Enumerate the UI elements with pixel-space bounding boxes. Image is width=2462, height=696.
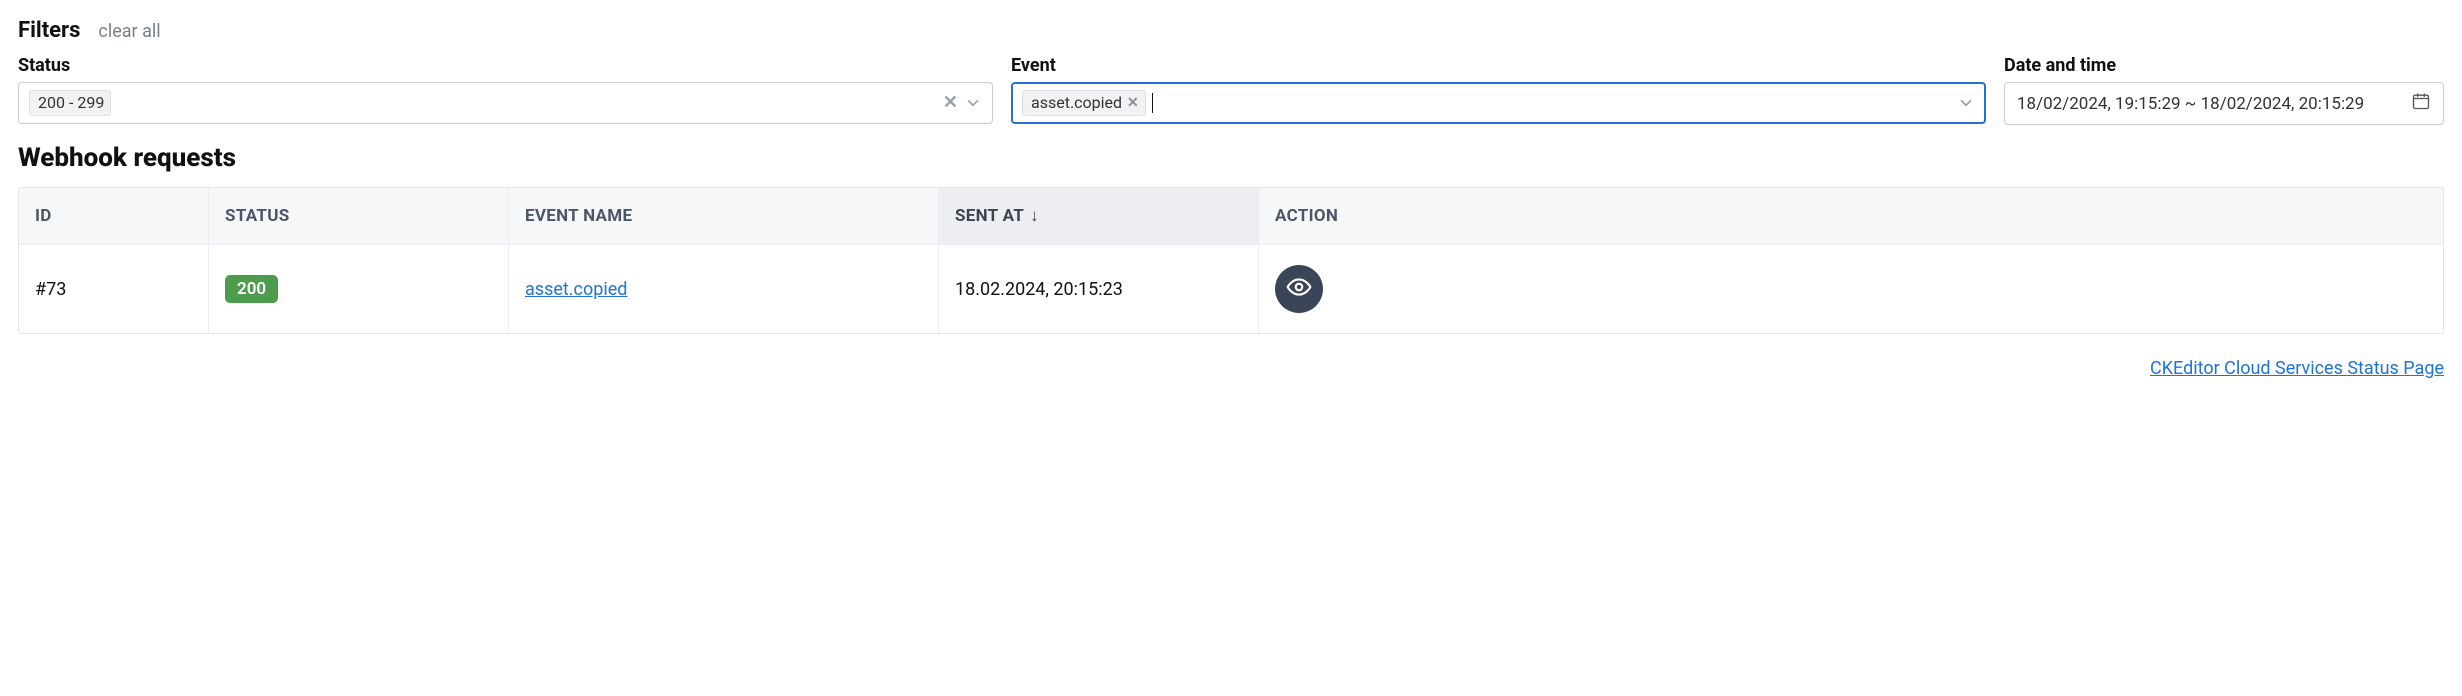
- filter-event: Event asset.copied ✕: [1011, 55, 1986, 124]
- cell-action: [1259, 245, 2443, 333]
- date-label: Date and time: [2004, 55, 2444, 76]
- table-header: ID STATUS EVENT NAME SENT AT ↓ ACTION: [19, 188, 2443, 244]
- status-tag: 200 - 299: [29, 90, 111, 116]
- filters-title: Filters: [18, 18, 80, 43]
- cell-sent-at: 18.02.2024, 20:15:23: [939, 245, 1259, 333]
- col-sent-at-label: SENT AT: [955, 206, 1024, 226]
- eye-icon: [1286, 274, 1312, 305]
- col-sent-at[interactable]: SENT AT ↓: [939, 188, 1259, 244]
- event-tag-label: asset.copied: [1031, 93, 1122, 112]
- status-label: Status: [18, 55, 993, 76]
- event-tag: asset.copied ✕: [1022, 90, 1146, 116]
- status-tag-label: 200 - 299: [38, 93, 104, 112]
- date-range-input[interactable]: 18/02/2024, 19:15:29 ~ 18/02/2024, 20:15…: [2004, 82, 2444, 125]
- footer: CKEditor Cloud Services Status Page: [18, 358, 2444, 379]
- date-range-value: 18/02/2024, 19:15:29 ~ 18/02/2024, 20:15…: [2017, 94, 2364, 114]
- webhook-table: ID STATUS EVENT NAME SENT AT ↓ ACTION #7…: [18, 187, 2444, 334]
- status-badge: 200: [225, 275, 278, 303]
- cell-status: 200: [209, 245, 509, 333]
- table-row: #73 200 asset.copied 18.02.2024, 20:15:2…: [19, 244, 2443, 333]
- sort-down-icon: ↓: [1030, 206, 1039, 226]
- clear-all-button[interactable]: clear all: [98, 21, 160, 42]
- filter-row: Status 200 - 299 ✕ Event asset.copied ✕: [18, 55, 2444, 125]
- status-page-link[interactable]: CKEditor Cloud Services Status Page: [2150, 358, 2444, 379]
- event-tag-remove-icon[interactable]: ✕: [1127, 96, 1139, 110]
- filter-date: Date and time 18/02/2024, 19:15:29 ~ 18/…: [2004, 55, 2444, 125]
- event-link[interactable]: asset.copied: [525, 279, 627, 300]
- filter-status: Status 200 - 299 ✕: [18, 55, 993, 124]
- col-event[interactable]: EVENT NAME: [509, 188, 939, 244]
- chevron-down-icon[interactable]: [964, 94, 982, 112]
- chevron-down-icon[interactable]: [1957, 94, 1975, 112]
- webhook-requests-title: Webhook requests: [18, 143, 2444, 173]
- cell-id: #73: [19, 245, 209, 333]
- cell-event: asset.copied: [509, 245, 939, 333]
- calendar-icon[interactable]: [2411, 91, 2431, 116]
- status-clear-icon[interactable]: ✕: [943, 94, 958, 112]
- view-button[interactable]: [1275, 265, 1323, 313]
- event-label: Event: [1011, 55, 1986, 76]
- event-select[interactable]: asset.copied ✕: [1011, 82, 1986, 124]
- status-select[interactable]: 200 - 299 ✕: [18, 82, 993, 124]
- col-status[interactable]: STATUS: [209, 188, 509, 244]
- col-action[interactable]: ACTION: [1259, 188, 2443, 244]
- input-cursor: [1152, 93, 1153, 113]
- col-id[interactable]: ID: [19, 188, 209, 244]
